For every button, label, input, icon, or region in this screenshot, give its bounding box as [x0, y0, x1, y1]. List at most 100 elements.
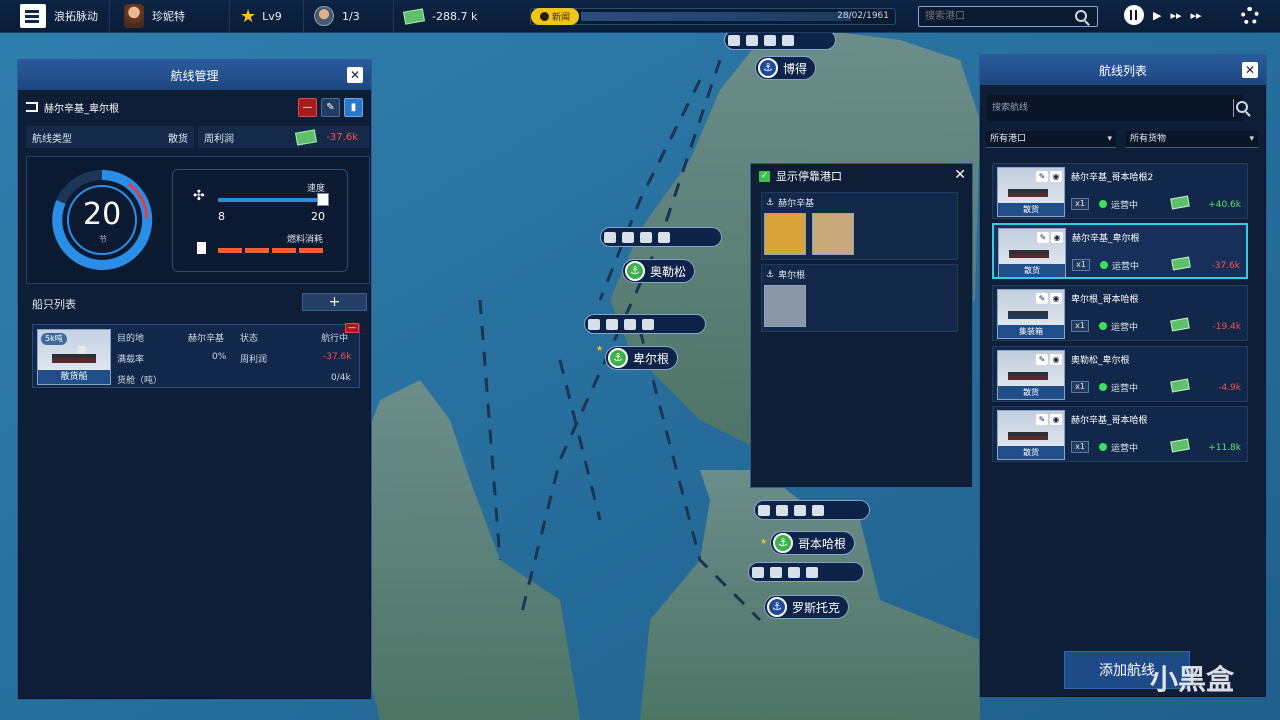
route-management-panel: 航线管理 ✕ 赫尔辛基_卑尔根 — ✎ ▮ 航线类型 散货 周利润 -37.6k…: [17, 59, 372, 700]
port-stop-bergen[interactable]: ⚓ 卑尔根: [761, 264, 958, 332]
route-name: 赫尔辛基_卑尔根: [1072, 234, 1140, 244]
edit-route-button[interactable]: ✎: [321, 97, 340, 117]
route-card-selected[interactable]: ✎ ◉ 散货 赫尔辛基_卑尔根 x1 运营中 -37.6k: [992, 223, 1248, 279]
route-status: 运营中: [1112, 262, 1140, 272]
fuel-icon: [197, 242, 206, 254]
eye-icon[interactable]: ◉: [1050, 414, 1062, 425]
pause-button[interactable]: [1124, 5, 1144, 25]
search-icon[interactable]: [1075, 10, 1087, 22]
cash-icon: [403, 7, 425, 25]
route-icon: [26, 102, 38, 112]
ship-icon: [1008, 372, 1048, 380]
remove-ship-button[interactable]: —: [345, 323, 359, 333]
port-label-alesund[interactable]: ⚓ 奥勒松: [622, 259, 696, 283]
eye-icon[interactable]: ◉: [1050, 354, 1062, 365]
port-label-bergen[interactable]: ⚓ 卑尔根: [605, 346, 679, 370]
speed-min: 8: [218, 210, 225, 223]
cash-value: -288.7 k: [432, 9, 478, 23]
port-stop-helsinki[interactable]: ⚓ 赫尔辛基: [761, 192, 958, 260]
status-dot-icon: [1099, 322, 1107, 330]
port-filter-dropdown[interactable]: 所有港口: [986, 131, 1116, 148]
settings-gear-icon[interactable]: [1241, 7, 1259, 25]
goods-filter-dropdown[interactable]: 所有货物: [1126, 131, 1258, 148]
ship-thumbnail: 5k吨 散货船: [37, 329, 111, 385]
status-dot-icon: [1099, 200, 1107, 208]
wrench-icon[interactable]: ✎: [1036, 171, 1048, 182]
speed-slider-handle[interactable]: [317, 193, 329, 206]
stats-button[interactable]: ▮: [344, 97, 363, 117]
time-controls: ▶ ▸▸ ▸▸: [1124, 5, 1202, 25]
game-date: 28/02/1961: [837, 11, 889, 21]
player-info[interactable]: 珍妮特: [110, 0, 230, 33]
popup-title: 显示停靠港口: [776, 170, 842, 183]
cash-icon: [1170, 378, 1190, 393]
ship-icon: [1009, 250, 1049, 258]
route-name: 赫尔辛基_哥本哈根: [1071, 416, 1148, 426]
route-status: 运营中: [1111, 384, 1139, 394]
route-profit: -37.6k: [1211, 261, 1241, 271]
ship-icon: [1008, 311, 1048, 319]
fastest-button[interactable]: ▸▸: [1191, 9, 1202, 22]
ships-list-title: 船只列表: [32, 298, 76, 311]
port-label-copenhagen[interactable]: ⚓ 哥本哈根: [770, 531, 856, 555]
cash-info[interactable]: -288.7 k: [394, 0, 504, 33]
add-ship-button[interactable]: +: [302, 293, 367, 311]
ship-type: 散货船: [38, 370, 110, 384]
port-label-rostock[interactable]: ⚓ 罗斯托克: [764, 595, 850, 619]
play-button[interactable]: ▶: [1153, 9, 1161, 22]
eye-icon[interactable]: ◉: [1050, 293, 1062, 304]
ship-card[interactable]: 5k吨 散货船 目的地 赫尔辛基 状态 航行中 — 满载率 0% 周利润 -37…: [32, 323, 360, 388]
wrench-icon[interactable]: ✎: [1037, 232, 1049, 243]
port-stop-name: 卑尔根: [778, 271, 806, 281]
status-dot-icon: [1099, 443, 1107, 451]
fuel-bar-segment: [218, 248, 242, 253]
port-label-bodo[interactable]: ⚓ 博得: [755, 56, 817, 80]
route-header-row: 赫尔辛基_卑尔根 — ✎ ▮: [26, 96, 363, 118]
route-name: 奥勒松_卑尔根: [1071, 356, 1130, 366]
wrench-icon[interactable]: ✎: [1036, 293, 1048, 304]
wrench-icon[interactable]: ✎: [1036, 414, 1048, 425]
port-goods-bodo: [724, 30, 836, 50]
wrench-icon[interactable]: ✎: [1036, 354, 1048, 365]
crew-info[interactable]: 1/3: [304, 0, 394, 33]
ship-count: x1: [1071, 320, 1089, 332]
port-search-field[interactable]: [918, 6, 1098, 27]
eye-icon[interactable]: ◉: [1050, 171, 1062, 182]
level-info[interactable]: ★ Lv9: [230, 0, 304, 33]
close-icon[interactable]: ✕: [1242, 62, 1258, 78]
speed-slider[interactable]: [218, 198, 328, 202]
port-goods-alesund: [600, 227, 722, 247]
route-card[interactable]: ✎ ◉ 散货 奥勒松_卑尔根 x1 运营中 -4.9k: [992, 346, 1248, 402]
fan-icon: ✣: [193, 188, 205, 204]
search-icon[interactable]: [1236, 101, 1248, 113]
fuel-bar-segment: [272, 248, 296, 253]
divider: [1233, 99, 1234, 117]
anchor-icon: ⚓: [608, 348, 628, 368]
company-name: 浪拓脉动: [54, 10, 98, 23]
fast-forward-button[interactable]: ▸▸: [1170, 9, 1181, 22]
route-card[interactable]: ✎ ◉ 散货 赫尔辛基_哥本哈根 x1 运营中 +11.8k: [992, 406, 1248, 462]
star-icon: ★: [240, 5, 257, 27]
route-name: 赫尔辛基_哥本哈根2: [1071, 173, 1154, 183]
route-card[interactable]: ✎ ◉ 集装箱 卑尔根_哥本哈根 x1 运营中 -19.4k: [992, 285, 1248, 341]
route-search-input[interactable]: 搜索航线: [986, 95, 1242, 121]
show-ports-checkbox[interactable]: ✓: [759, 170, 770, 182]
close-icon[interactable]: ✕: [347, 67, 363, 83]
news-progress: [581, 12, 851, 21]
close-icon[interactable]: ✕: [954, 167, 966, 183]
cash-icon: [295, 128, 318, 146]
cash-icon: [1170, 317, 1190, 332]
fuel-bar-segment: [299, 248, 323, 253]
route-card[interactable]: ✎ ◉ 散货 赫尔辛基_哥本哈根2 x1 运营中 +40.6k: [992, 163, 1248, 219]
route-list-panel: 航线列表 ✕ 搜索航线 所有港口 所有货物 ✎ ◉ 散货 赫尔辛基_哥本哈根2 …: [979, 54, 1267, 698]
anchor-icon: ⚓: [758, 58, 778, 78]
eye-icon[interactable]: ◉: [1051, 232, 1063, 243]
delete-route-button[interactable]: —: [298, 97, 317, 117]
news-ticker[interactable]: 新闻 28/02/1961: [530, 8, 896, 25]
port-search-input[interactable]: [919, 7, 1069, 26]
ship-count: x1: [1071, 198, 1089, 210]
news-icon: [539, 12, 549, 21]
company-info[interactable]: 浪拓脉动: [0, 0, 110, 33]
port-star-icon: ★: [760, 537, 768, 546]
status-dot-icon: [1099, 383, 1107, 391]
